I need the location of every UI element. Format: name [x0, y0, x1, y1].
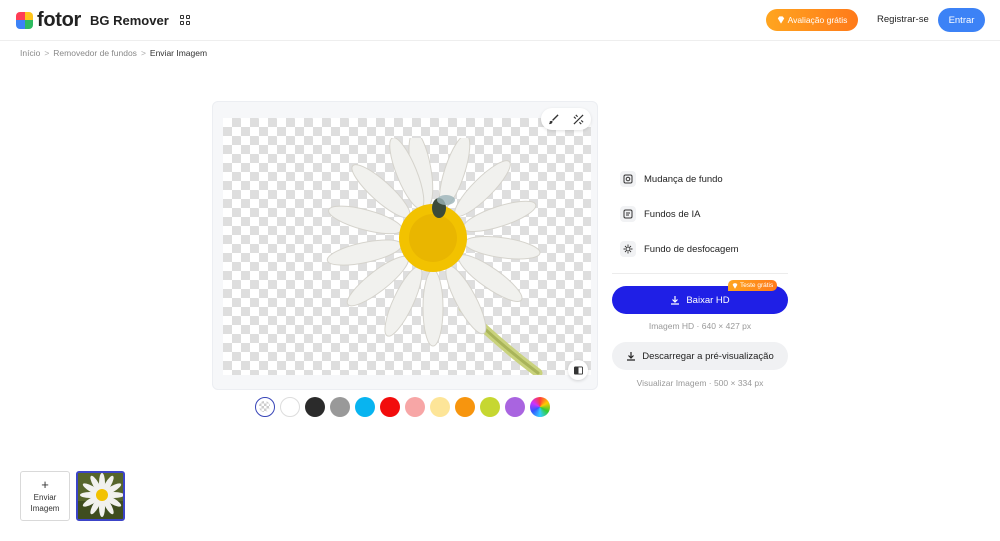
diamond-icon	[777, 16, 784, 24]
image-thumbnail[interactable]	[76, 471, 125, 521]
background-color-swatches	[255, 397, 550, 417]
transparent-background	[223, 118, 591, 375]
fotor-logo[interactable]: fotor	[16, 10, 81, 30]
hd-image-info: Imagem HD · 640 × 427 px	[648, 321, 752, 331]
breadcrumb-home[interactable]: Início	[20, 48, 40, 58]
option-label: Mudança de fundo	[644, 173, 723, 185]
swatch-purple[interactable]	[505, 397, 525, 417]
top-header: fotor BG Remover Avaliação grátis Regist…	[0, 0, 1000, 41]
ai-background-icon	[620, 206, 636, 222]
swatch-black[interactable]	[305, 397, 325, 417]
swatch-pink[interactable]	[405, 397, 425, 417]
cutout-daisy-image	[326, 138, 543, 375]
swatch-lime[interactable]	[480, 397, 500, 417]
breadcrumb-current: Enviar Imagem	[149, 48, 208, 58]
breadcrumb-separator: >	[44, 48, 50, 58]
logo-text: fotor	[37, 9, 82, 31]
swatch-red[interactable]	[380, 397, 400, 417]
upload-label-line2: Imagem	[30, 503, 60, 513]
option-label: Fundos de IA	[644, 208, 701, 220]
background-change-icon	[620, 171, 636, 187]
download-icon	[627, 352, 636, 361]
brush-icon[interactable]	[547, 112, 561, 126]
magic-erase-icon[interactable]	[572, 112, 586, 126]
diamond-icon	[732, 282, 738, 289]
download-preview-button[interactable]: Descarregar a pré-visualização	[612, 342, 788, 370]
download-icon	[671, 296, 680, 305]
free-trial-badge: Teste grátis	[728, 280, 778, 291]
upload-image-button[interactable]: + Enviar Imagem	[20, 471, 70, 521]
plus-icon: +	[41, 476, 49, 492]
swatch-gray[interactable]	[330, 397, 350, 417]
option-label: Fundo de desfocagem	[644, 243, 739, 255]
free-trial-badge-label: Teste grátis	[740, 282, 774, 289]
background-change-option[interactable]: Mudança de fundo	[620, 171, 723, 187]
download-preview-label: Descarregar a pré-visualização	[642, 350, 774, 362]
breadcrumb-separator: >	[140, 48, 146, 58]
blur-background-option[interactable]: Fundo de desfocagem	[620, 241, 739, 257]
swatch-orange[interactable]	[455, 397, 475, 417]
swatch-cyan[interactable]	[355, 397, 375, 417]
swatch-light-yellow[interactable]	[430, 397, 450, 417]
preview-image-info: Visualizar Imagem · 500 × 334 px	[636, 378, 764, 388]
apps-grid-icon[interactable]	[180, 15, 190, 25]
download-hd-label: Baixar HD	[686, 294, 730, 306]
free-trial-button[interactable]: Avaliação grátis	[766, 9, 858, 31]
breadcrumb-bg-remover[interactable]: Removedor de fundos	[53, 48, 137, 58]
swatch-white[interactable]	[280, 397, 300, 417]
register-link[interactable]: Registrar-se	[877, 14, 929, 25]
login-button[interactable]: Entrar	[938, 8, 985, 32]
breadcrumb: Início > Removedor de fundos > Enviar Im…	[20, 48, 207, 58]
image-canvas	[212, 101, 598, 390]
swatch-rainbow[interactable]	[530, 397, 550, 417]
fotor-logo-icon	[16, 11, 33, 29]
blur-background-icon	[620, 241, 636, 257]
upload-label-line1: Enviar	[33, 492, 57, 502]
ai-backgrounds-option[interactable]: Fundos de IA	[620, 206, 701, 222]
divider	[612, 273, 788, 274]
swatch-transparent[interactable]	[255, 397, 275, 417]
daisy-thumbnail-image	[78, 473, 123, 519]
edit-tools	[541, 108, 591, 130]
free-trial-label: Avaliação grátis	[787, 15, 848, 25]
compare-icon[interactable]	[568, 360, 588, 380]
app-name[interactable]: BG Remover	[90, 13, 169, 28]
